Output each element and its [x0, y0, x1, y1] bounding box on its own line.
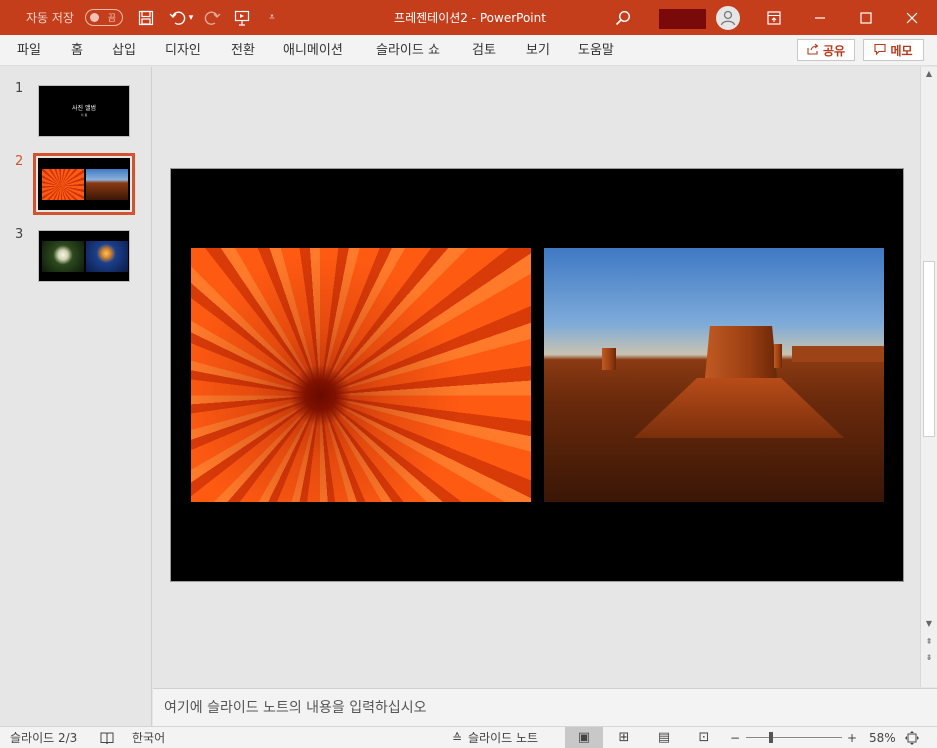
thumb-photo-desert: [86, 169, 128, 200]
desert-butte-base: [634, 378, 844, 438]
next-slide-icon[interactable]: ⇟: [921, 651, 937, 665]
fit-to-window-icon[interactable]: [905, 727, 919, 748]
thumb-photo-flower: [42, 169, 84, 200]
ribbon-display-icon[interactable]: [760, 0, 788, 35]
tab-review[interactable]: 검토: [472, 35, 496, 66]
account-block[interactable]: [659, 9, 706, 29]
photo-chrysanthemum[interactable]: [191, 248, 531, 502]
customize-icon[interactable]: ⩡: [258, 0, 286, 35]
status-bar: 슬라이드 2/3 한국어 ≙ 슬라이드 노트 ▣ ⊞ ▤ ⊡ − + 58%: [0, 726, 937, 748]
tab-home[interactable]: 홈: [71, 35, 83, 66]
slideshow-view-icon[interactable]: ⊡: [685, 727, 723, 748]
share-label: 공유: [822, 43, 846, 58]
notes-toggle-icon[interactable]: ≙: [452, 727, 462, 748]
slide-position: 슬라이드 2/3: [10, 731, 78, 745]
tab-help[interactable]: 도움말: [578, 35, 614, 66]
thumb-photo-flower-white: [42, 241, 84, 272]
comment-icon: [874, 43, 887, 58]
autosave-label: 자동 저장: [26, 11, 74, 25]
desert-spire: [602, 348, 616, 370]
autosave-toggle[interactable]: 끔: [85, 9, 123, 26]
avatar[interactable]: [716, 6, 740, 30]
tab-view[interactable]: 보기: [526, 35, 550, 66]
zoom-level[interactable]: 58%: [869, 727, 896, 748]
flower-center-shading: [191, 248, 531, 502]
ribbon-tabs: 파일 홈 삽입 디자인 전환 애니메이션 슬라이드 쇼 검토 보기 도움말 공유…: [0, 35, 937, 66]
comments-button[interactable]: 메모: [863, 39, 924, 61]
normal-view-icon[interactable]: ▣: [565, 727, 603, 748]
scrollbar-thumb[interactable]: [923, 261, 935, 437]
notes-placeholder[interactable]: 여기에 슬라이드 노트의 내용을 입력하십시오: [164, 697, 427, 717]
tab-transitions[interactable]: 전환: [231, 35, 255, 66]
toggle-state: 끔: [107, 14, 116, 24]
chevron-down-icon[interactable]: ▾: [184, 0, 198, 35]
tab-design[interactable]: 디자인: [165, 35, 201, 66]
slide-sorter-icon[interactable]: ⊞: [605, 727, 643, 748]
zoom-slider[interactable]: [746, 737, 842, 738]
tab-animations[interactable]: 애니메이션: [283, 35, 343, 66]
notes-toggle-label[interactable]: 슬라이드 노트: [468, 727, 538, 748]
notes-pane[interactable]: 여기에 슬라이드 노트의 내용을 입력하십시오: [153, 688, 937, 726]
comments-label: 메모: [890, 43, 913, 58]
scroll-up-icon[interactable]: ▲: [921, 67, 937, 81]
share-icon: [807, 43, 819, 58]
slide-thumbnail-3[interactable]: [38, 230, 130, 282]
slide-number: 2: [15, 154, 24, 169]
redo-icon[interactable]: [198, 0, 226, 35]
document-title: 프레젠테이션2 - PowerPoint: [394, 11, 546, 25]
photo-desert[interactable]: [544, 248, 884, 502]
share-button[interactable]: 공유: [797, 39, 855, 61]
scroll-down-icon[interactable]: ▼: [921, 617, 937, 631]
slide-editor[interactable]: [153, 67, 920, 687]
previous-slide-icon[interactable]: ⇞: [921, 635, 937, 649]
thumb-photo-jellyfish: [86, 241, 128, 272]
slide-number: 1: [15, 81, 24, 96]
reading-view-icon[interactable]: ▤: [645, 727, 683, 748]
slide-thumbnail-2[interactable]: [33, 153, 135, 215]
vertical-scrollbar[interactable]: ▲ ▼ ⇞ ⇟: [920, 67, 937, 687]
maximize-icon[interactable]: [852, 0, 880, 35]
tab-slideshow[interactable]: 슬라이드 쇼: [376, 35, 440, 66]
search-icon[interactable]: [609, 0, 637, 35]
present-icon[interactable]: [228, 0, 256, 35]
desert-mesa-far: [792, 346, 884, 362]
slide-thumbnail-1[interactable]: 사진 앨범 이 름: [38, 85, 130, 137]
slide-thumbnail-panel: 1 사진 앨범 이 름 2 3: [0, 67, 152, 726]
current-slide[interactable]: [170, 168, 904, 582]
tab-insert[interactable]: 삽입: [112, 35, 136, 66]
language-indicator[interactable]: 한국어: [132, 727, 165, 748]
zoom-out-button[interactable]: −: [730, 727, 740, 748]
minimize-icon[interactable]: [806, 0, 834, 35]
title-bar: 자동 저장 끔 ▾ ⩡ 프레젠테이션2 - PowerPoint: [0, 0, 937, 35]
tab-file[interactable]: 파일: [17, 35, 41, 66]
accessibility-icon[interactable]: [100, 727, 114, 748]
save-icon[interactable]: [132, 0, 160, 35]
thumb-subtitle: 이 름: [80, 113, 88, 117]
zoom-in-button[interactable]: +: [847, 727, 857, 748]
toggle-knob: [90, 13, 99, 22]
zoom-slider-thumb[interactable]: [769, 732, 773, 743]
close-icon[interactable]: [898, 0, 926, 35]
desert-spire-small: [774, 344, 782, 368]
slide-number: 3: [15, 227, 24, 242]
thumb-title: 사진 앨범: [72, 105, 96, 112]
